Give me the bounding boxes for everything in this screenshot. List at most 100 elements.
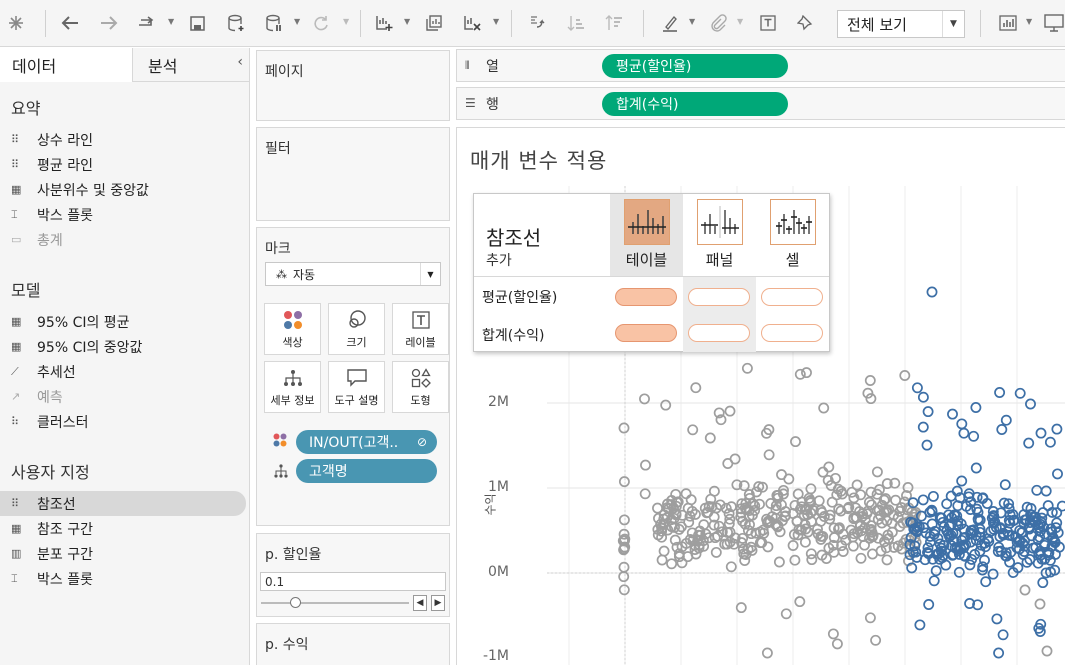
scatter-point[interactable] — [794, 596, 806, 608]
scatter-point[interactable] — [618, 561, 630, 573]
scatter-point[interactable] — [687, 424, 699, 436]
scatter-point[interactable] — [1000, 414, 1012, 426]
scatter-point[interactable] — [1041, 645, 1053, 657]
scatter-point[interactable] — [823, 461, 835, 473]
tableau-logo-icon[interactable] — [4, 8, 28, 38]
rows-pill[interactable]: 합계(수익) — [602, 92, 788, 116]
scope-option-table[interactable]: 테이블 — [610, 194, 683, 276]
presentation-icon[interactable] — [1043, 8, 1065, 38]
scatter-point[interactable] — [914, 619, 926, 631]
scatter-point[interactable] — [922, 406, 934, 418]
drop-slot-table-profit[interactable] — [615, 324, 677, 342]
analytics-item-average-line[interactable]: ⠿ 평균 라인 — [0, 152, 248, 177]
rows-shelf[interactable]: ☰ 행 합계(수익) — [456, 87, 1065, 120]
scatter-point[interactable] — [789, 554, 801, 566]
scatter-point[interactable] — [923, 599, 935, 610]
analytics-item-forecast[interactable]: ↗ 예측 — [0, 384, 248, 409]
filters-card[interactable]: 필터 — [256, 127, 450, 221]
analytics-item-trend-line[interactable]: ⟋ 추세선 — [0, 359, 248, 384]
scatter-point[interactable] — [690, 382, 702, 394]
scatter-point[interactable] — [805, 548, 817, 560]
scatter-point[interactable] — [724, 405, 736, 417]
chevron-down-icon[interactable]: ▼ — [493, 17, 499, 26]
pause-icon[interactable] — [262, 8, 286, 38]
scatter-point[interactable] — [1019, 584, 1031, 596]
undo-icon[interactable] — [57, 8, 83, 38]
scatter-point[interactable] — [801, 367, 812, 379]
mark-type-select[interactable]: ⁂ 자동 ▼ — [265, 262, 441, 286]
scatter-point[interactable] — [1034, 598, 1046, 610]
scatter-point[interactable] — [1031, 484, 1043, 496]
scatter-point[interactable] — [1056, 500, 1065, 512]
scatter-point[interactable] — [739, 555, 751, 566]
mark-pill-customer[interactable]: 고객명 — [296, 459, 437, 483]
annotate-icon[interactable] — [706, 8, 730, 38]
scatter-point[interactable] — [1044, 436, 1056, 448]
scatter-point[interactable] — [941, 498, 953, 510]
scatter-point[interactable] — [1051, 423, 1063, 435]
scatter-point[interactable] — [794, 368, 806, 380]
refresh-icon[interactable] — [310, 8, 332, 38]
scatter-point[interactable] — [991, 613, 1003, 625]
scope-option-cell[interactable]: 셀 — [756, 194, 829, 276]
scatter-point[interactable] — [921, 439, 933, 451]
tab-data[interactable]: 데이터 — [0, 48, 133, 82]
scatter-point[interactable] — [725, 561, 737, 573]
scatter-point[interactable] — [683, 516, 695, 528]
scatter-point[interactable] — [928, 575, 940, 587]
columns-pill[interactable]: 평균(할인율) — [602, 54, 788, 78]
clear-icon[interactable] — [460, 8, 484, 38]
analytics-item-cluster[interactable]: ⠷ 클러스터 — [0, 409, 248, 434]
scatter-point[interactable] — [658, 545, 670, 557]
drop-slot-pane-profit[interactable] — [688, 324, 750, 342]
drop-slot-cell-profit[interactable] — [761, 324, 823, 342]
scatter-point[interactable] — [947, 408, 958, 420]
scatter-point[interactable] — [685, 494, 697, 506]
analytics-item-box-plot[interactable]: ⌶ 박스 플롯 — [0, 202, 248, 227]
scatter-point[interactable] — [930, 565, 942, 577]
scatter-point[interactable] — [763, 449, 775, 461]
scatter-point[interactable] — [1035, 427, 1047, 439]
scatter-point[interactable] — [993, 647, 1005, 659]
collapse-pane-icon[interactable]: ‹ — [237, 54, 243, 70]
scatter-point[interactable] — [847, 540, 859, 552]
scatter-point[interactable] — [867, 548, 878, 560]
mark-pill-inout[interactable]: IN/OUT(고객.. ⊘ — [296, 430, 437, 454]
analytics-item-average-ci[interactable]: ▦ 95% CI의 평균 — [0, 309, 248, 334]
scatter-point[interactable] — [870, 634, 882, 646]
chevron-down-icon[interactable]: ▼ — [343, 17, 349, 26]
scatter-point[interactable] — [776, 469, 787, 481]
scatter-point[interactable] — [656, 554, 668, 566]
scatter-point[interactable] — [864, 375, 876, 386]
swap-icon[interactable] — [525, 8, 549, 38]
color-button[interactable]: 색상 — [264, 303, 321, 355]
scatter-point[interactable] — [1023, 437, 1035, 449]
scatter-point[interactable] — [837, 546, 849, 557]
analytics-item-median-ci[interactable]: ▦ 95% CI의 중앙값 — [0, 334, 248, 359]
scatter-point[interactable] — [817, 466, 829, 478]
chevron-down-icon[interactable]: ▼ — [1026, 17, 1032, 26]
scatter-point[interactable] — [1052, 468, 1063, 480]
shape-button[interactable]: 도형 — [392, 361, 449, 413]
scatter-point[interactable] — [994, 387, 1006, 398]
size-button[interactable]: 크기 — [328, 303, 385, 355]
new-datasource-icon[interactable] — [224, 8, 248, 38]
scatter-point[interactable] — [970, 462, 982, 474]
tab-analysis[interactable]: 분석 — [133, 48, 233, 82]
sort-asc-icon[interactable] — [564, 8, 588, 38]
scatter-point[interactable] — [773, 556, 785, 568]
scope-option-pane[interactable]: 패널 — [683, 194, 756, 276]
scatter-point[interactable] — [704, 432, 716, 444]
scatter-point[interactable] — [917, 494, 929, 506]
analytics-item-distribution-band[interactable]: ▥ 분포 구간 — [0, 541, 248, 566]
scatter-point[interactable] — [741, 362, 753, 374]
scatter-point[interactable] — [997, 629, 1009, 641]
scatter-point[interactable] — [956, 475, 968, 487]
scatter-point[interactable] — [729, 453, 741, 465]
scatter-point[interactable] — [855, 552, 867, 564]
scatter-point[interactable] — [917, 391, 929, 403]
highlight-icon[interactable] — [658, 8, 682, 38]
label-icon[interactable] — [757, 8, 779, 38]
scatter-point[interactable] — [618, 584, 630, 596]
sort-desc-icon[interactable] — [602, 8, 626, 38]
